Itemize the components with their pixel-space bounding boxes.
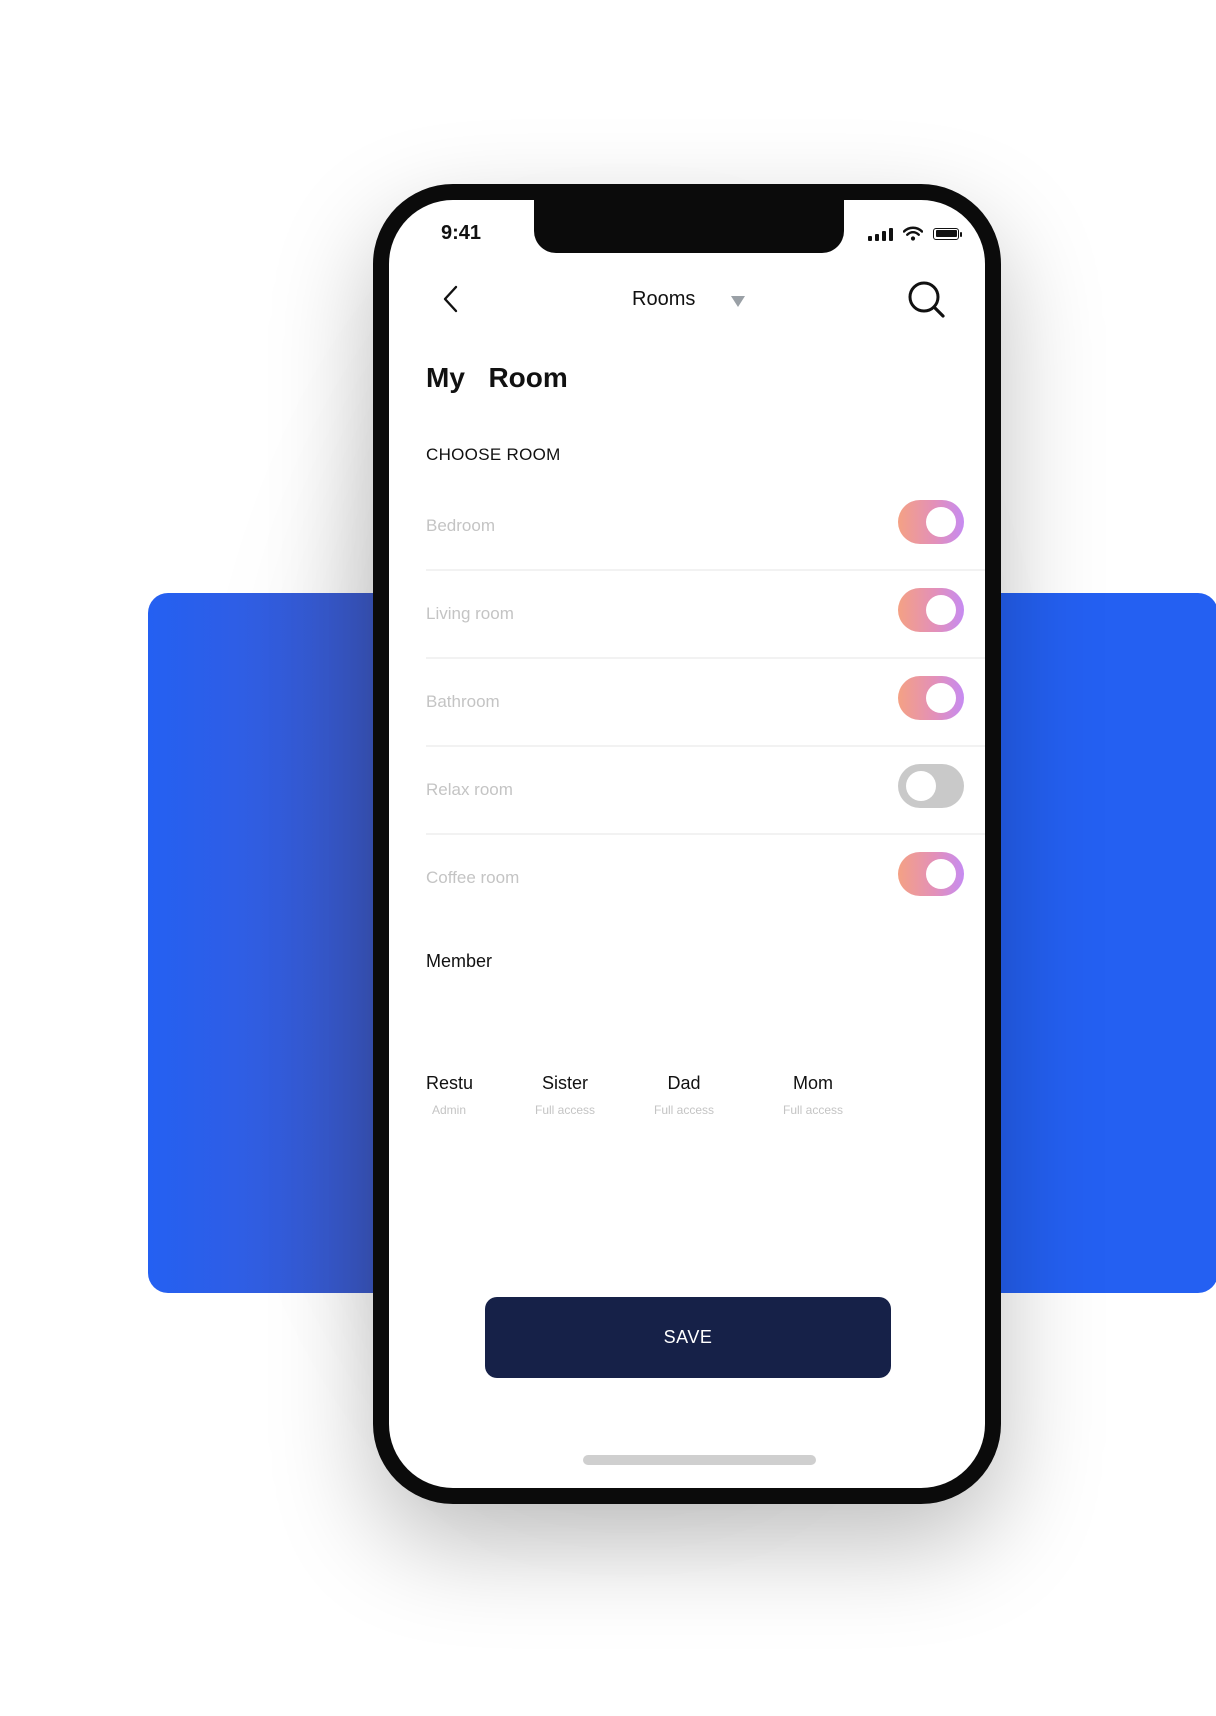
wifi-icon xyxy=(903,226,923,241)
member-role: Full access xyxy=(534,1103,596,1117)
choose-room-label: CHOOSE ROOM xyxy=(426,445,561,464)
member-name: Dad xyxy=(667,1073,701,1093)
status-icons xyxy=(868,226,962,241)
room-row-coffee-room: Coffee room xyxy=(426,835,985,921)
home-indicator xyxy=(583,1455,816,1465)
member-sister[interactable]: Sister Full access xyxy=(529,1073,601,1117)
room-name: Relax room xyxy=(426,780,513,799)
toggle-knob xyxy=(926,683,956,713)
bathroom-toggle[interactable] xyxy=(898,676,964,720)
toggle-knob xyxy=(926,595,956,625)
room-name: Coffee room xyxy=(426,868,520,887)
cellular-signal-icon xyxy=(868,227,893,241)
member-name: Sister xyxy=(541,1073,588,1093)
page-title: My Room xyxy=(426,362,568,393)
toggle-knob xyxy=(926,507,956,537)
relax-room-toggle[interactable] xyxy=(898,764,964,808)
room-row-relax-room: Relax room xyxy=(426,747,985,835)
search-icon[interactable] xyxy=(905,278,947,320)
phone-frame: 9:41 Rooms My Room CHOOSE ROOM Bedroom L… xyxy=(373,184,1001,1504)
chevron-left-icon[interactable] xyxy=(437,284,467,314)
room-name: Bathroom xyxy=(426,692,500,711)
top-navigation: Rooms xyxy=(389,270,985,330)
rooms-dropdown[interactable]: Rooms xyxy=(632,288,746,311)
member-dad[interactable]: Dad Full access xyxy=(651,1073,717,1117)
room-row-living-room: Living room xyxy=(426,571,985,659)
member-name: Mom xyxy=(793,1073,833,1093)
room-row-bathroom: Bathroom xyxy=(426,659,985,747)
member-role: Admin xyxy=(431,1103,466,1117)
member-restu[interactable]: Restu Admin xyxy=(426,1073,474,1117)
presentation-canvas: 9:41 Rooms My Room CHOOSE ROOM Bedroom L… xyxy=(0,0,1216,1716)
status-time: 9:41 xyxy=(441,222,482,244)
room-name: Living room xyxy=(426,604,514,623)
room-row-bedroom: Bedroom xyxy=(426,483,985,571)
member-role: Full access xyxy=(653,1103,715,1117)
room-list: Bedroom Living room Bathroom Relax room … xyxy=(426,483,985,921)
living-room-toggle[interactable] xyxy=(898,588,964,632)
member-section-label: Member xyxy=(426,951,493,971)
caret-down-icon xyxy=(731,296,746,307)
nav-title: Rooms xyxy=(632,288,696,310)
member-mom[interactable]: Mom Full access xyxy=(778,1073,848,1117)
coffee-room-toggle[interactable] xyxy=(898,852,964,896)
toggle-knob xyxy=(906,771,936,801)
member-name: Restu xyxy=(426,1073,474,1093)
save-button[interactable]: SAVE xyxy=(485,1297,891,1378)
phone-notch xyxy=(534,200,844,253)
battery-icon xyxy=(933,227,962,240)
bedroom-toggle[interactable] xyxy=(898,500,964,544)
phone-screen: 9:41 Rooms My Room CHOOSE ROOM Bedroom L… xyxy=(389,200,985,1488)
toggle-knob xyxy=(926,859,956,889)
member-role: Full access xyxy=(782,1103,844,1117)
room-name: Bedroom xyxy=(426,516,495,535)
